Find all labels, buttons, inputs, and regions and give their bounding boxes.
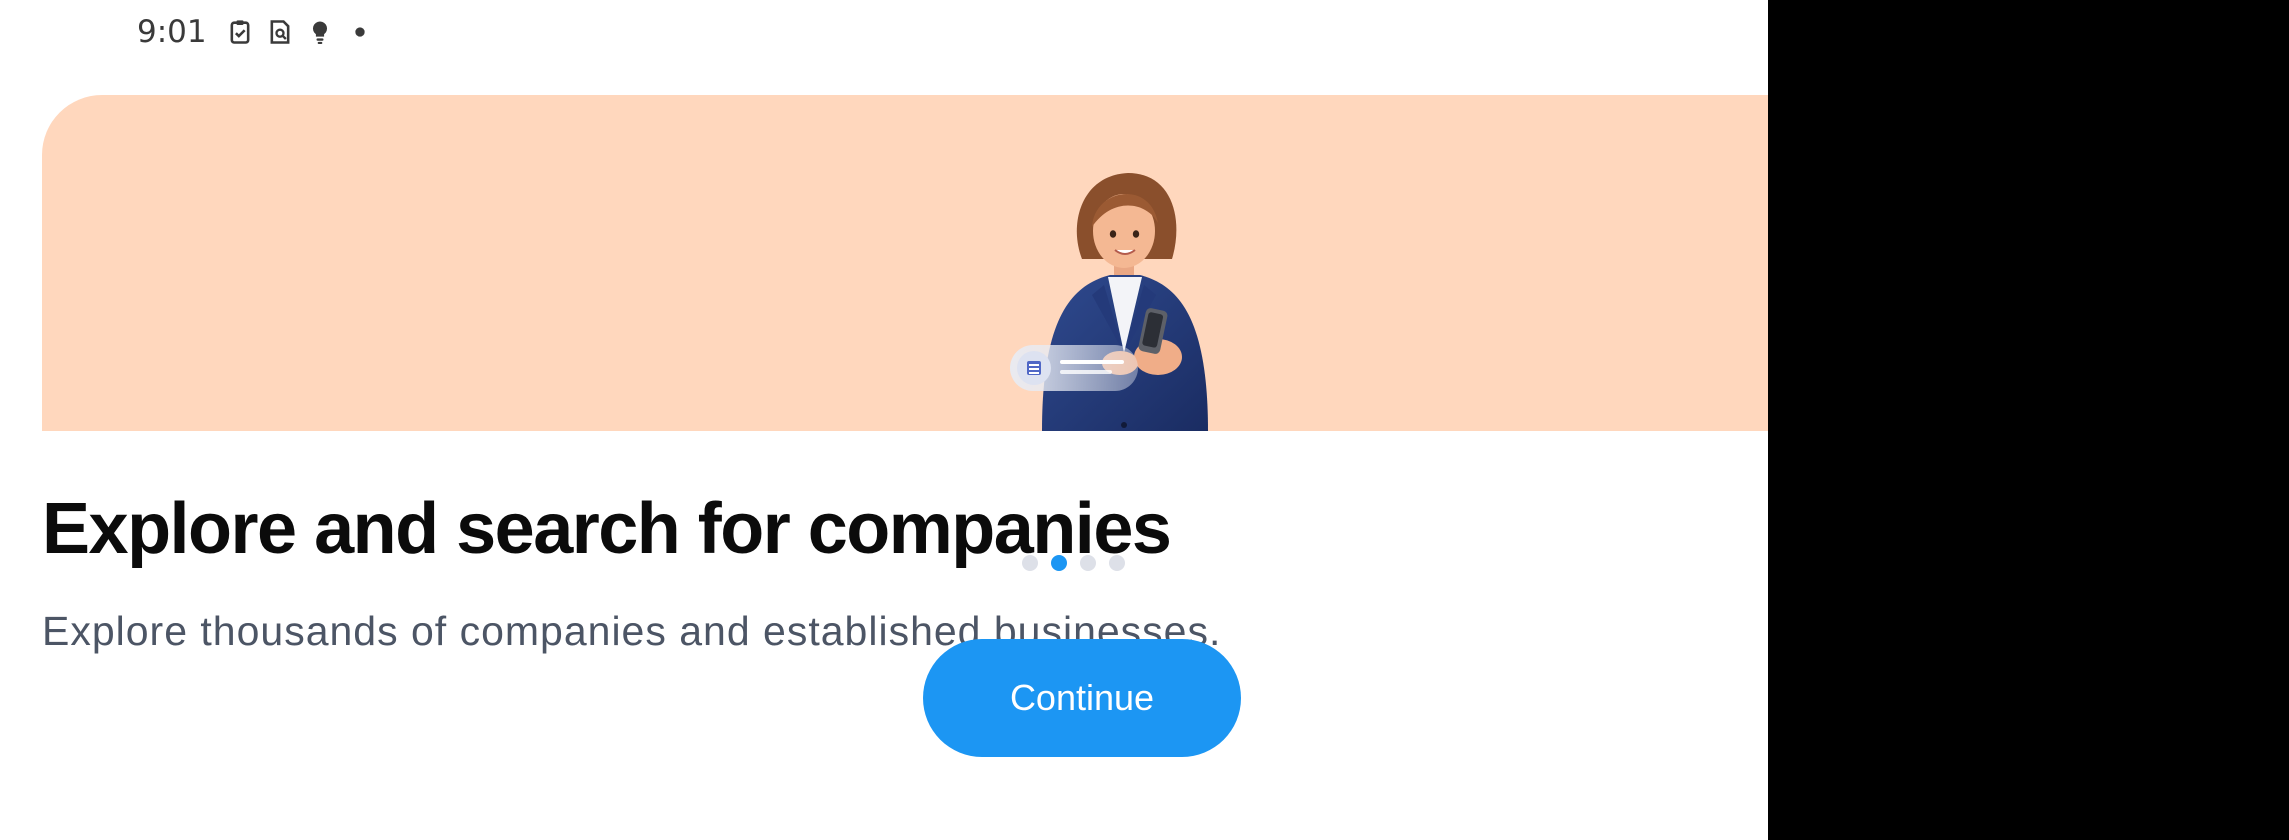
page-dot-4 <box>1109 555 1125 571</box>
page-indicator <box>1022 555 1125 571</box>
clipboard-check-icon <box>225 17 255 47</box>
continue-button[interactable]: Continue <box>923 639 1241 757</box>
businesswoman-with-phone-illustration <box>1010 173 1208 431</box>
document-search-icon <box>265 17 295 47</box>
page-dot-3 <box>1080 555 1096 571</box>
page-dot-2-active <box>1051 555 1067 571</box>
dot-icon <box>345 17 375 47</box>
hero-banner <box>42 95 1768 431</box>
onboarding-title: Explore and search for companies <box>42 489 1172 569</box>
status-bar: 9:01 <box>137 12 375 52</box>
app-screen: 9:01 Explore and search for companies Ex… <box>0 0 1768 840</box>
page-dot-1 <box>1022 555 1038 571</box>
lightbulb-icon <box>305 17 335 47</box>
status-time: 9:01 <box>137 14 207 50</box>
